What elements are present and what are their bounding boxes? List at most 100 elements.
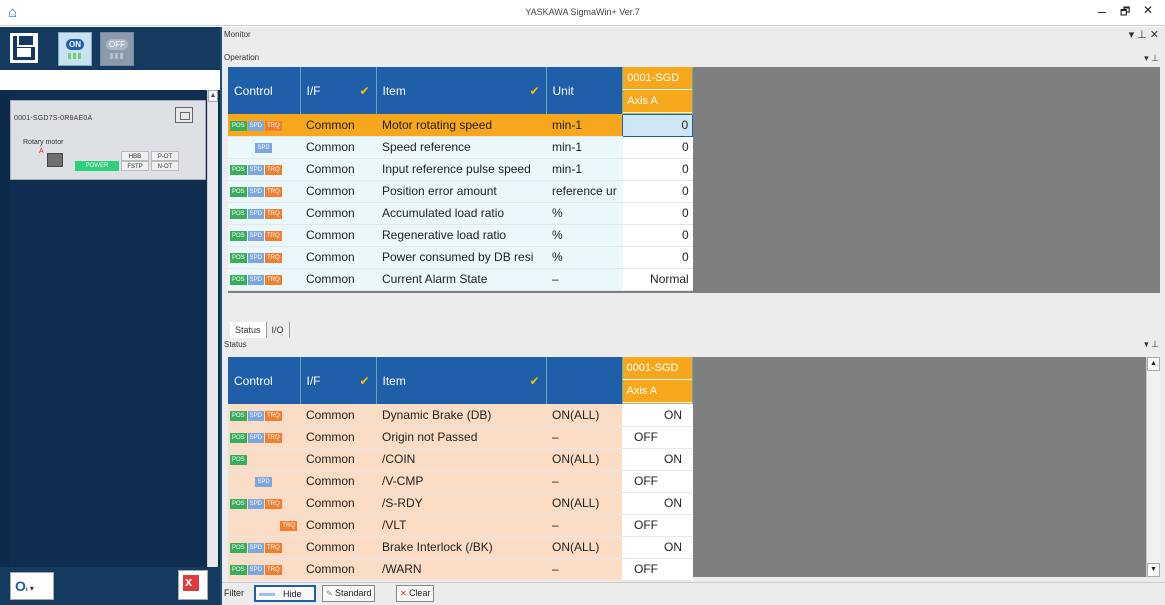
if-cell: Common xyxy=(300,448,376,471)
axis-value[interactable]: 0 xyxy=(622,113,694,137)
device-card[interactable]: 0001-SGD7S-0R8AE0A Rotary motor A POWER … xyxy=(10,100,206,180)
table-row[interactable]: POS SPD TRQ Common Dynamic Brake (DB) ON(ALL)… xyxy=(228,404,692,427)
axis-value[interactable]: 0 xyxy=(622,136,693,159)
servo-off-button[interactable]: OFF xyxy=(100,32,134,66)
control-tags: POS SPD TRQ xyxy=(228,536,300,559)
table-row[interactable]: POS SPD TRQ Common Input reference pulse spe… xyxy=(228,158,693,181)
axis-value[interactable]: OFF xyxy=(622,470,692,493)
table-row[interactable]: POS SPD TRQ Common/S-RDY ON(ALL) ON xyxy=(228,492,692,515)
tab-status[interactable]: Status xyxy=(230,322,267,338)
control-tags: POS SPD TRQ xyxy=(228,426,300,449)
restore-button[interactable]: 🗗 xyxy=(1120,3,1130,22)
table-row[interactable]: POS SPD TRQ Common Current Alarm State – Norma… xyxy=(228,268,693,291)
table-row[interactable]: POS SPD TRQ Common Accumulated load ratio% 0 xyxy=(228,202,693,225)
item-cell: Brake Interlock (/BK) xyxy=(376,536,546,559)
col-axis-a[interactable]: 0001-SGD Axis A xyxy=(622,67,694,114)
item-cell: Input reference pulse speed xyxy=(376,158,546,181)
spd-tag: SPD xyxy=(247,186,265,197)
col-item[interactable]: Item ✔ xyxy=(376,67,547,114)
item-cell: /COIN xyxy=(376,448,546,471)
unit-cell: ON(ALL) xyxy=(546,448,622,471)
table-row[interactable]: POS SPD TRQ Common Motor rotating speed min-1… xyxy=(228,113,694,137)
table-row[interactable]: POS SPD TRQ Common/WARN – OFF xyxy=(228,558,692,581)
spd-tag: SPD xyxy=(247,432,265,443)
table-row[interactable]: SPD Common/V-CMP – OFF xyxy=(228,470,692,493)
pos-tag: POS xyxy=(230,230,247,241)
servo-on-button[interactable]: ON xyxy=(58,32,92,66)
table-row[interactable]: POS Common/COIN ON(ALL) ON xyxy=(228,448,692,471)
unit-cell: min-1 xyxy=(546,114,623,137)
control-tags: POS SPD TRQ xyxy=(228,558,300,581)
spd-tag: SPD xyxy=(247,498,265,509)
table-row[interactable]: POS SPD TRQ Common Origin not Passed – OFF xyxy=(228,426,692,449)
scroll-down-icon[interactable]: ▼ xyxy=(1147,563,1160,577)
table-row[interactable]: SPD Common Speed reference min-1 0 xyxy=(228,136,693,159)
operation-section-label: Operation xyxy=(224,53,260,62)
key-menu-button[interactable]: Oₗ ▾ xyxy=(10,572,54,600)
window-title: YASKAWA SigmaWin+ Ver.7 xyxy=(525,7,640,17)
monitor-window-controls[interactable]: ▾ ⊥ ✕ xyxy=(1129,28,1159,41)
axis-value[interactable]: ON xyxy=(622,448,692,471)
standard-button[interactable]: ✎ Standard xyxy=(322,585,376,602)
item-cell: Position error amount xyxy=(376,180,546,203)
spd-tag: SPD xyxy=(247,208,265,219)
save-icon[interactable] xyxy=(10,33,38,63)
table-row[interactable]: POS SPD TRQ Common Power consumed by DB resi… xyxy=(228,246,693,269)
item-cell: /S-RDY xyxy=(376,492,546,515)
table-row[interactable]: POS SPD TRQ Common Regenerative load ratio% 0 xyxy=(228,224,693,247)
minimize-button[interactable]: – xyxy=(1098,3,1106,19)
filter-bar: Filter Hide ✎ Standard ✕ Clear xyxy=(222,582,1165,604)
control-tags: SPD xyxy=(228,470,300,493)
col-axis-a[interactable]: 0001-SGD Axis A xyxy=(622,357,693,404)
axis-value[interactable]: ON xyxy=(622,492,692,515)
col-item[interactable]: Item ✔ xyxy=(376,357,547,404)
item-filter-icon: ✔ xyxy=(529,83,540,98)
axis-value[interactable]: OFF xyxy=(622,514,692,537)
table-row[interactable]: POS SPD TRQ Common Brake Interlock (/BK) ON(A… xyxy=(228,536,692,559)
unit-cell: ON(ALL) xyxy=(546,536,622,559)
control-tags: POS SPD TRQ xyxy=(228,268,300,291)
tab-io[interactable]: I/O xyxy=(267,322,290,338)
axis-value[interactable]: OFF xyxy=(622,558,692,581)
close-button[interactable]: ✕ xyxy=(1143,3,1153,17)
axis-name: Axis A xyxy=(623,90,693,113)
scroll-up-icon[interactable]: ▲ xyxy=(208,90,218,102)
axis-value[interactable]: 0 xyxy=(622,246,693,269)
status-section-label: Status xyxy=(224,340,247,349)
col-if[interactable]: I/F ✔ xyxy=(300,67,377,114)
delete-button[interactable]: x xyxy=(178,570,208,600)
filter-label: Filter xyxy=(224,588,244,598)
fstp-status: FSTP xyxy=(121,161,149,171)
col-if[interactable]: I/F ✔ xyxy=(300,357,377,404)
axis-value[interactable]: 0 xyxy=(622,180,693,203)
operation-table: Control I/F ✔ Item ✔ Unit 0001-SGD Axis A P… xyxy=(228,67,694,291)
axis-value[interactable]: Normal xyxy=(622,268,693,291)
table-row[interactable]: POS SPD TRQ Common Position error amount refe… xyxy=(228,180,693,203)
axis-value[interactable]: ON xyxy=(622,536,692,559)
status-section-controls[interactable]: ▾ ⊥ xyxy=(1144,339,1159,350)
col-control[interactable]: Control xyxy=(228,357,301,404)
servo-on-label: ON xyxy=(66,39,84,50)
hide-button[interactable]: Hide xyxy=(254,585,316,602)
pos-tag: POS xyxy=(230,542,247,553)
trq-tag: TRQ xyxy=(265,432,282,443)
device-window-icon[interactable] xyxy=(175,107,193,123)
col-control[interactable]: Control xyxy=(228,67,301,114)
axis-value[interactable]: 0 xyxy=(622,202,693,225)
axis-value[interactable]: ON xyxy=(622,404,692,427)
operation-section-controls[interactable]: ▾ ⊥ xyxy=(1144,53,1159,64)
col-unit[interactable] xyxy=(546,357,623,404)
status-scrollbar[interactable]: ▲ ▼ xyxy=(1146,357,1160,577)
axis-value[interactable]: 0 xyxy=(622,224,693,247)
scroll-up-icon[interactable]: ▲ xyxy=(1147,357,1160,371)
trq-tag: TRQ xyxy=(265,186,282,197)
device-list: 0001-SGD7S-0R8AE0A Rotary motor A POWER … xyxy=(10,90,218,600)
table-row[interactable]: TRQ Common/VLT – OFF xyxy=(228,514,692,537)
hbb-status: HBB xyxy=(121,151,149,161)
left-scrollbar[interactable]: ▲ ▼ xyxy=(207,90,218,600)
axis-value[interactable]: OFF xyxy=(622,426,692,449)
clear-button[interactable]: ✕ Clear xyxy=(396,585,435,602)
trq-tag: TRQ xyxy=(265,410,282,421)
col-unit[interactable]: Unit xyxy=(546,67,624,114)
axis-value[interactable]: 0 xyxy=(622,158,693,181)
